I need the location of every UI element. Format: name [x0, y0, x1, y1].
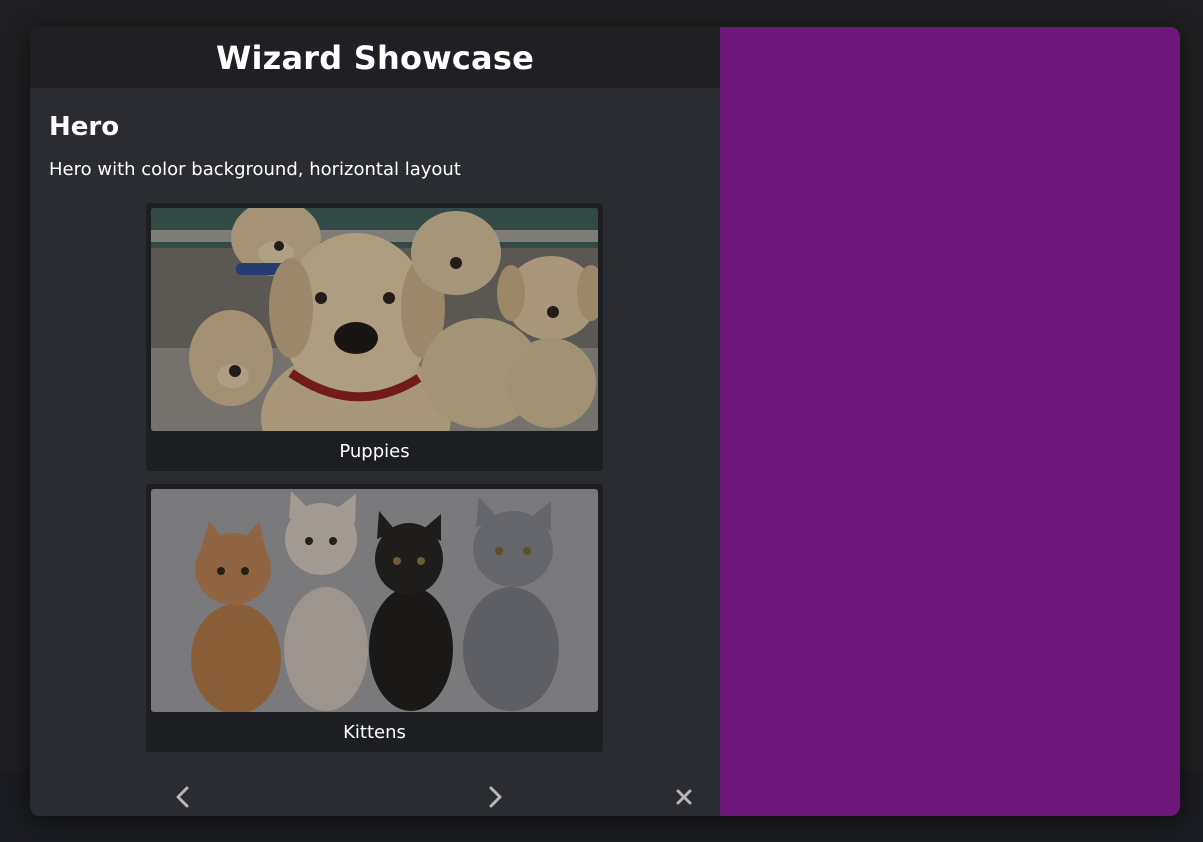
content-panel: Wizard Showcase Hero Hero with color bac…: [30, 27, 720, 816]
hero-color-panel: [720, 27, 1180, 816]
chevron-right-icon: [489, 786, 502, 808]
next-button[interactable]: [477, 781, 513, 813]
kittens-image: [151, 489, 598, 712]
page-heading: Hero: [49, 112, 120, 142]
title-bar: Wizard Showcase: [30, 27, 720, 88]
chevron-left-icon: [176, 786, 189, 808]
wizard-dialog: Wizard Showcase Hero Hero with color bac…: [30, 27, 1180, 816]
card-puppies[interactable]: Puppies: [146, 203, 603, 471]
puppies-image: [151, 208, 598, 431]
card-kittens[interactable]: Kittens: [146, 484, 603, 752]
card-label-kittens: Kittens: [343, 721, 406, 743]
card-label-puppies: Puppies: [339, 440, 410, 462]
dialog-title: Wizard Showcase: [216, 38, 534, 77]
page-description: Hero with color background, horizontal l…: [49, 159, 461, 180]
previous-button[interactable]: [165, 781, 201, 813]
close-icon: [676, 789, 692, 805]
close-button[interactable]: [666, 781, 702, 813]
